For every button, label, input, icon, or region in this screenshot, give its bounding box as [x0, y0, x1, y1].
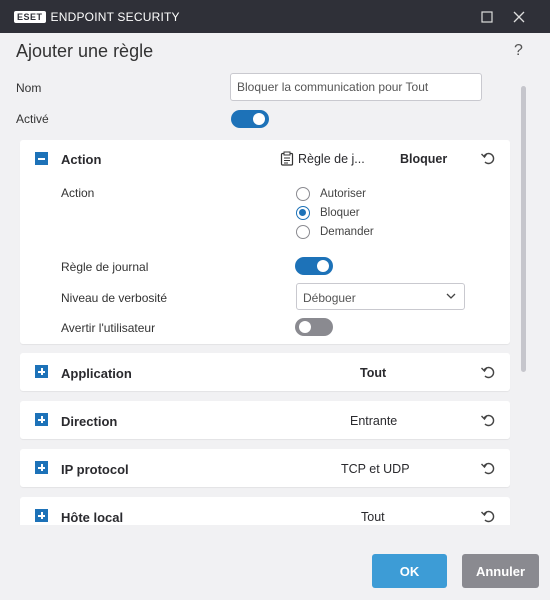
verbosity-select[interactable]: Déboguer [296, 283, 465, 310]
scrollbar[interactable] [521, 86, 526, 372]
section-title: Direction [61, 414, 118, 429]
section-title: IP protocol [61, 462, 129, 477]
name-label: Nom [16, 81, 42, 95]
action-field-label: Action [61, 186, 95, 200]
radio-autoriser[interactable] [296, 187, 310, 201]
radio-label-bloquer: Bloquer [320, 207, 360, 219]
dialog-title: Ajouter une règle [16, 41, 154, 61]
help-icon[interactable]: ? [514, 42, 523, 60]
cancel-button[interactable]: Annuler [462, 554, 539, 588]
reset-icon[interactable] [480, 364, 496, 380]
section-value: Tout [361, 510, 385, 524]
action-section-title: Action [61, 152, 102, 167]
chevron-down-icon [446, 293, 456, 299]
name-input[interactable] [230, 73, 482, 101]
toggle-knob [253, 113, 265, 125]
notify-user-label: Avertir l'utilisateur [61, 321, 156, 335]
radio-demander[interactable] [296, 225, 310, 239]
section-ip-protocol[interactable]: IP protocol TCP et UDP [20, 449, 510, 487]
clipboard-icon[interactable] [280, 151, 294, 166]
logo-badge: ESET [14, 10, 46, 23]
toggle-knob [299, 321, 311, 333]
verbosity-label: Niveau de verbosité [61, 291, 168, 305]
toggle-knob [317, 260, 329, 272]
expand-icon[interactable] [35, 365, 48, 378]
section-title: Application [61, 366, 132, 381]
enabled-label: Activé [16, 112, 49, 126]
log-rule-label: Règle de journal [61, 260, 149, 274]
product-name: ENDPOINT SECURITY [50, 9, 180, 24]
section-value: Entrante [350, 414, 398, 428]
reset-icon[interactable] [480, 508, 496, 524]
expand-icon[interactable] [35, 413, 48, 426]
expand-icon[interactable] [35, 509, 48, 522]
square-icon [481, 11, 493, 23]
section-direction[interactable]: Direction Entrante [20, 401, 510, 439]
reset-icon[interactable] [480, 460, 496, 476]
log-rule-toggle[interactable] [295, 257, 333, 275]
title-bar: ESET ENDPOINT SECURITY [0, 0, 550, 33]
collapse-icon[interactable] [35, 152, 48, 165]
enabled-toggle[interactable] [231, 110, 269, 128]
radio-label-demander: Demander [320, 226, 374, 238]
section-value: Tout [360, 366, 387, 380]
rule-label: Règle de j... [298, 152, 365, 166]
verbosity-value: Déboguer [303, 291, 356, 305]
section-title: Hôte local [61, 510, 124, 525]
maximize-button[interactable] [476, 6, 498, 28]
expand-icon[interactable] [35, 461, 48, 474]
section-value: TCP et UDP [341, 462, 410, 476]
section-application[interactable]: Application Tout [20, 353, 510, 391]
close-icon [513, 11, 525, 23]
action-section: Action Règle de j... Bloquer Action Auto… [20, 140, 510, 344]
eset-logo: ESET ENDPOINT SECURITY [14, 10, 180, 24]
reset-icon[interactable] [480, 150, 496, 166]
reset-icon[interactable] [480, 412, 496, 428]
action-summary: Bloquer [400, 152, 448, 166]
close-button[interactable] [508, 6, 530, 28]
notify-user-toggle[interactable] [295, 318, 333, 336]
radio-bloquer[interactable] [296, 206, 310, 220]
radio-label-autoriser: Autoriser [320, 188, 367, 200]
ok-button[interactable]: OK [372, 554, 447, 588]
